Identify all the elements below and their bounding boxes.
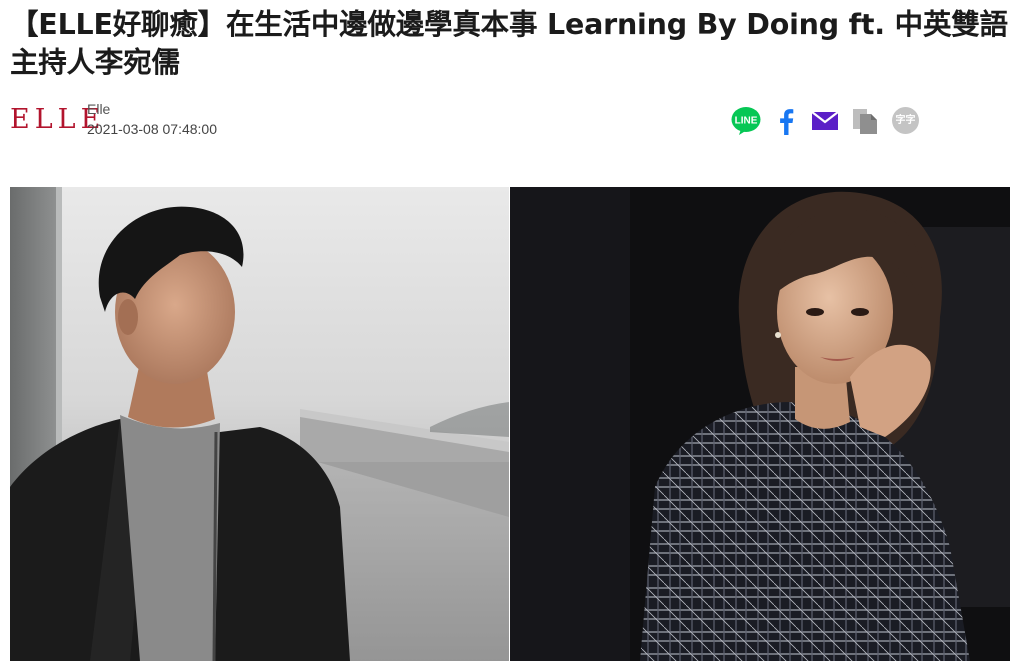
line-icon[interactable]: LINE: [731, 106, 761, 136]
female-host-photo: [510, 187, 1010, 661]
line-icon-label: LINE: [735, 116, 758, 127]
article-title: 【ELLE好聊癒】在生活中邊做邊學真本事 Learning By Doing f…: [10, 8, 1008, 79]
facebook-icon[interactable]: [777, 106, 795, 136]
male-host-photo: [10, 187, 509, 661]
font-size-icon[interactable]: 字字: [892, 107, 919, 134]
article-page: 【ELLE好聊癒】在生活中邊做邊學真本事 Learning By Doing f…: [0, 0, 1024, 661]
mail-icon[interactable]: [810, 106, 840, 136]
hero-image: [10, 187, 1010, 661]
copy-icon[interactable]: [851, 106, 881, 136]
publish-date: 2021-03-08 07:48:00: [87, 121, 217, 137]
author-name[interactable]: Elle: [87, 101, 110, 117]
